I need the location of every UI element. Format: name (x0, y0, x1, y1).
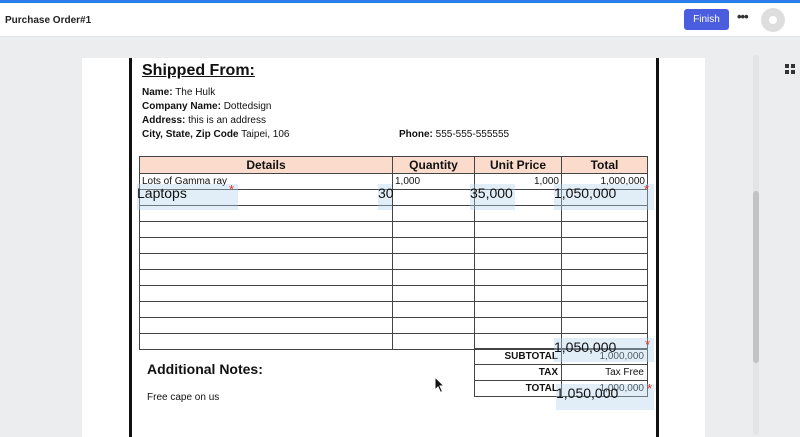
company-line: Company Name: Dottedsign (142, 101, 272, 112)
avatar[interactable] (761, 8, 785, 32)
table-row (139, 301, 648, 318)
more-options-icon[interactable]: ••• (737, 9, 749, 24)
required-mark: * (229, 182, 235, 197)
subtotal-field[interactable]: 1,050,000 (554, 338, 654, 362)
table-row (139, 269, 648, 286)
header-total: Total (561, 156, 648, 174)
address-line: Address: this is an address (142, 115, 266, 126)
notes-text: Free cape on us (147, 392, 220, 403)
total-field[interactable]: 1,050,000 (556, 384, 654, 410)
table-row (139, 317, 648, 334)
header-details: Details (139, 156, 393, 174)
cell-quantity: 1,000 (392, 173, 475, 190)
table-row (139, 253, 648, 270)
city-label: City, State, Zip Code (142, 129, 239, 140)
page-border-right (656, 58, 659, 437)
scrollbar[interactable] (753, 55, 759, 435)
details-field[interactable]: Laptops (137, 184, 238, 210)
subtotal-label: SUBTOTAL (474, 348, 562, 365)
name-line: Name: The Hulk (142, 87, 215, 98)
finish-button[interactable]: Finish (684, 9, 729, 30)
scrollbar-thumb[interactable] (753, 191, 759, 363)
company-label: Company Name: (142, 101, 221, 112)
name-value: The Hulk (175, 87, 216, 98)
header-unit-price: Unit Price (474, 156, 562, 174)
document-title: Purchase Order#1 (5, 15, 92, 26)
required-mark: * (644, 182, 650, 197)
grid-view-icon[interactable] (785, 64, 795, 74)
address-value: this is an address (188, 115, 266, 126)
phone-label: Phone: (399, 129, 433, 140)
mouse-cursor-icon (434, 376, 446, 394)
tax-value: Tax Free (561, 364, 648, 381)
phone-value: 555-555-555555 (435, 129, 510, 140)
company-value: Dottedsign (223, 101, 272, 112)
name-label: Name: (142, 87, 173, 98)
address-label: Address: (142, 115, 186, 126)
page-border-left (129, 58, 132, 437)
table-header-row: Details Quantity Unit Price Total (139, 156, 648, 174)
table-row (139, 221, 648, 238)
shipped-from-heading: Shipped From: (142, 62, 255, 79)
app-header: Purchase Order#1 Finish ••• (0, 3, 800, 37)
required-mark: * (645, 337, 651, 352)
tax-label: TAX (474, 364, 562, 381)
city-value: Taipei, 106 (241, 129, 290, 140)
header-quantity: Quantity (392, 156, 475, 174)
unit-price-field[interactable]: 35,000 (470, 184, 515, 210)
notes-heading: Additional Notes: (147, 361, 263, 377)
required-mark: * (647, 381, 653, 396)
table-row (139, 237, 648, 254)
document-page: Shipped From: Name: The Hulk Company Nam… (82, 58, 705, 437)
city-line: City, State, Zip Code Taipei, 106 (142, 129, 289, 140)
total-label: TOTAL (474, 380, 562, 397)
phone-line: Phone: 555-555-555555 (399, 129, 509, 140)
table-row (139, 285, 648, 302)
quantity-field[interactable]: 30 (378, 184, 394, 210)
line-total-field[interactable]: 1,050,000 (554, 184, 654, 210)
